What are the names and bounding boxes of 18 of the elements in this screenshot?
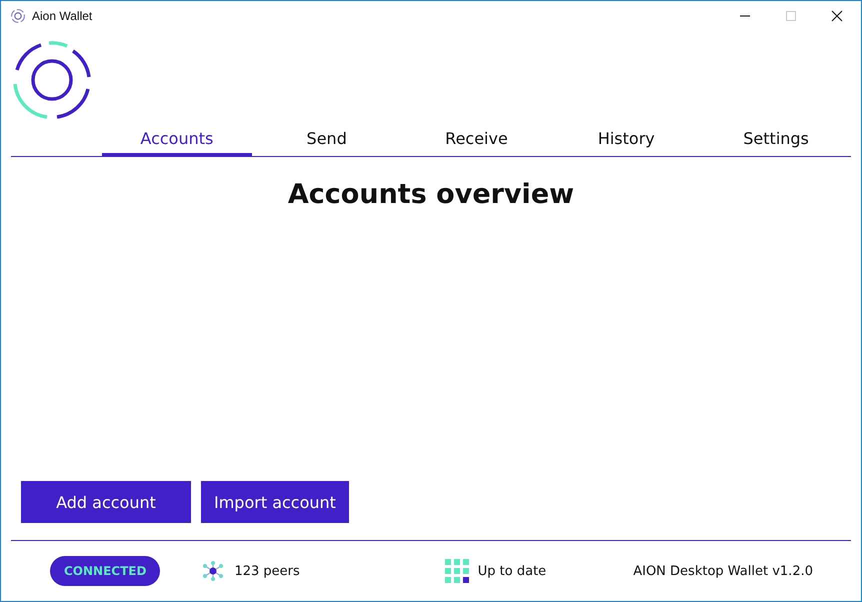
action-button[interactable]: Import account [201, 481, 349, 523]
sync-status: Up to date [478, 564, 546, 578]
action-button[interactable]: Add account [21, 481, 191, 523]
close-icon[interactable] [831, 10, 843, 22]
sync-grid-icon [444, 559, 469, 583]
nav-tab[interactable]: Settings [701, 125, 851, 156]
nav-tab[interactable]: Accounts [102, 125, 252, 156]
network-icon [202, 560, 224, 582]
logo-icon [11, 39, 93, 121]
version-label: AION Desktop Wallet v1.2.0 [633, 564, 813, 578]
nav-tab[interactable]: Receive [402, 125, 552, 156]
peers-count: 123 peers [234, 564, 300, 578]
nav-tab[interactable]: Send [252, 125, 402, 156]
app-icon [10, 8, 26, 24]
window-title: Aion Wallet [32, 9, 92, 23]
nav-tab[interactable]: History [551, 125, 702, 156]
connection-badge: CONNECTED [50, 556, 160, 586]
page-heading: Accounts overview [286, 179, 576, 210]
